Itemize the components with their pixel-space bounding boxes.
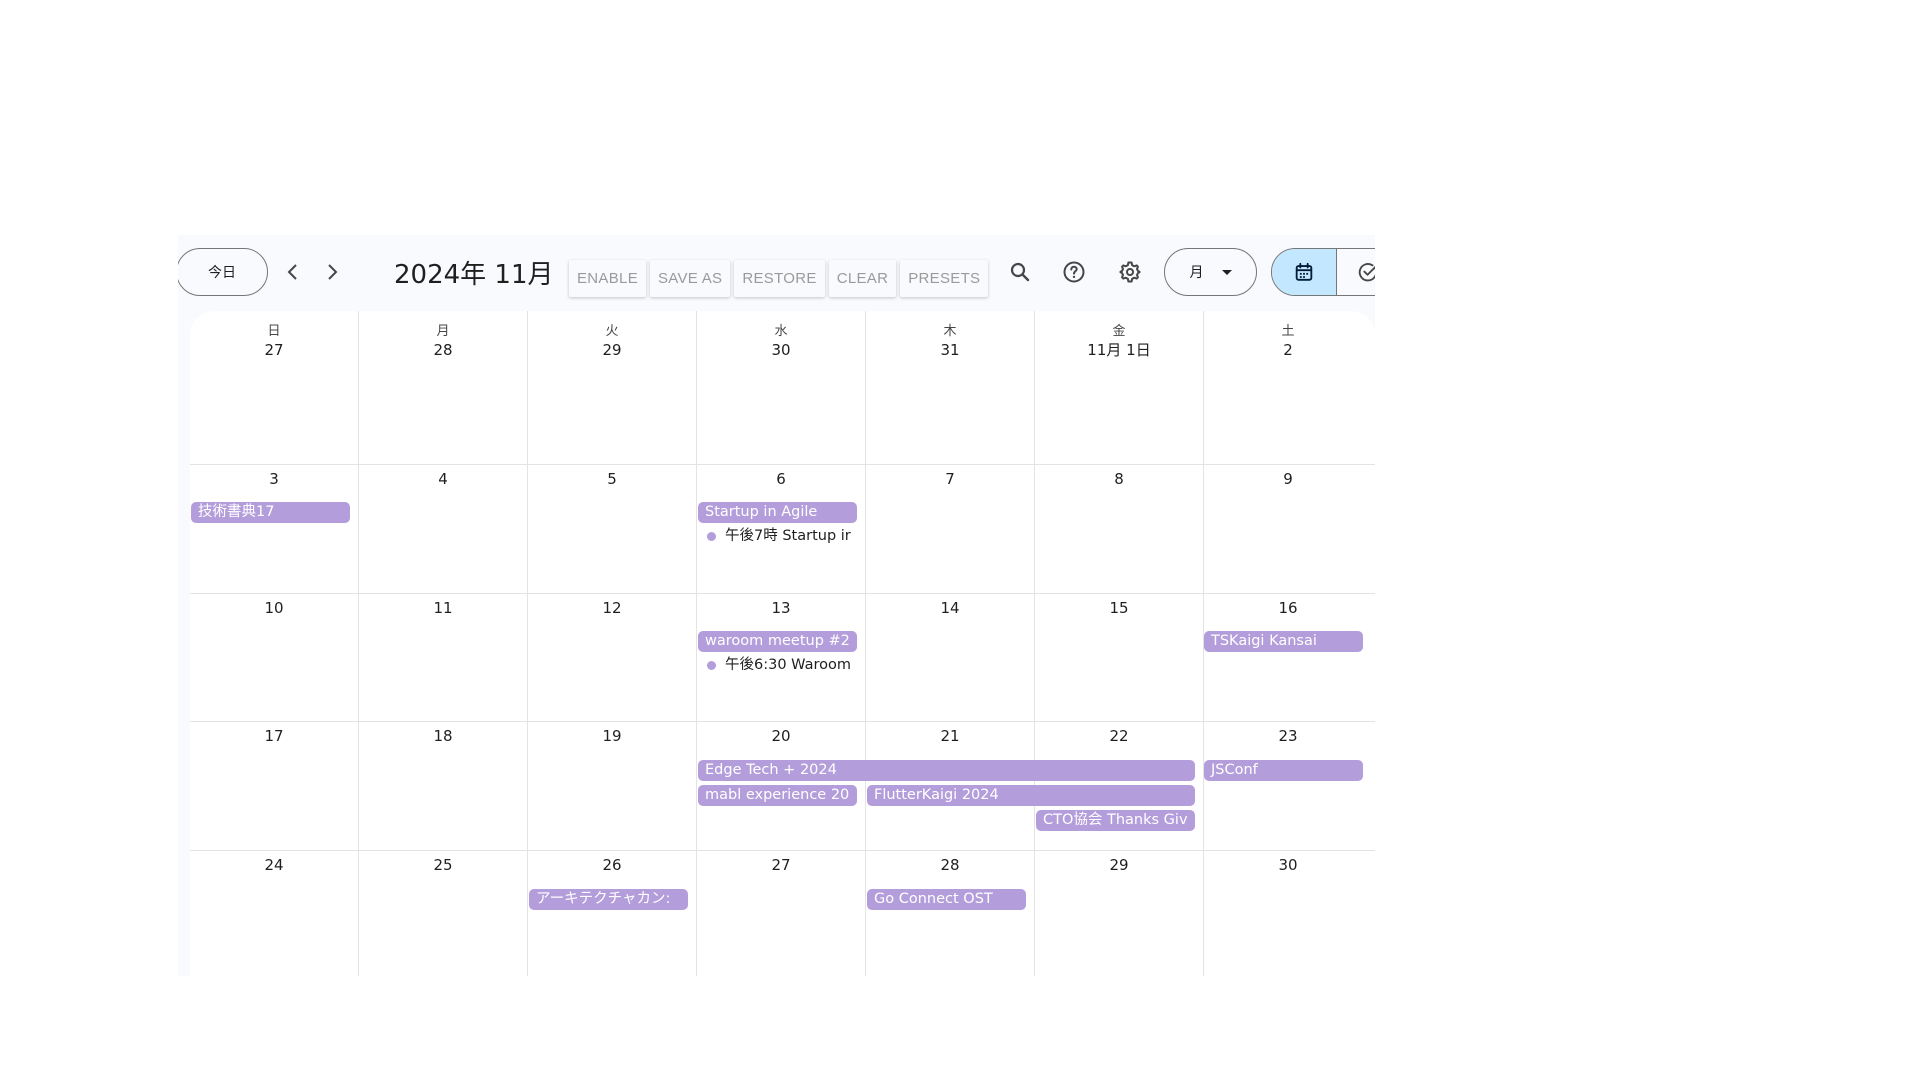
weekday-sun: 日 xyxy=(267,324,281,339)
day-number[interactable]: 13 xyxy=(697,598,865,618)
day-number[interactable]: 30 xyxy=(1204,855,1372,875)
month-grid: 日 月 火 水 木 金 土 27 28 29 30 31 11月 1日 2 3 … xyxy=(190,311,1375,976)
weekday-wed: 水 xyxy=(774,324,788,339)
event-chip[interactable]: Edge Tech + 2024 xyxy=(698,760,1195,781)
event-time: 午後6:30 xyxy=(725,657,787,673)
day-number[interactable]: 6 xyxy=(697,469,865,489)
next-month-button[interactable] xyxy=(312,252,352,292)
chevron-right-icon xyxy=(328,264,338,280)
event-chip[interactable]: FlutterKaigi 2024 xyxy=(867,785,1195,806)
weekday-fri: 金 xyxy=(1112,324,1126,339)
day-number[interactable]: 5 xyxy=(528,469,696,489)
settings-button[interactable] xyxy=(1110,252,1150,292)
month-title: 2024年 11月 xyxy=(394,260,554,290)
day-number[interactable]: 14 xyxy=(866,598,1034,618)
column-divider xyxy=(696,311,697,976)
search-button[interactable] xyxy=(1000,252,1040,292)
event-chip[interactable]: mabl experience 20 xyxy=(698,785,857,806)
weekday-sat: 土 xyxy=(1281,324,1295,339)
day-number[interactable]: 11月 1日 xyxy=(1035,340,1203,360)
event-time: 午後7時 xyxy=(725,528,778,544)
clear-button[interactable]: CLEAR xyxy=(828,260,897,297)
column-divider xyxy=(865,311,866,976)
column-divider xyxy=(358,311,359,976)
view-select-label: 月 xyxy=(1189,265,1204,281)
day-number[interactable]: 4 xyxy=(359,469,527,489)
timed-event[interactable]: 午後6:30 Waroom xyxy=(707,655,857,675)
day-number[interactable]: 16 xyxy=(1204,598,1372,618)
tasks-view-button[interactable] xyxy=(1335,249,1375,295)
day-number[interactable]: 10 xyxy=(190,598,358,618)
column-divider xyxy=(527,311,528,976)
event-chip[interactable]: 技術書典17 xyxy=(191,502,350,523)
day-number[interactable]: 28 xyxy=(359,340,527,360)
day-number[interactable]: 26 xyxy=(528,855,696,875)
day-number[interactable]: 19 xyxy=(528,726,696,746)
row-divider xyxy=(190,850,1375,851)
day-number[interactable]: 2 xyxy=(1204,340,1372,360)
row-divider xyxy=(190,721,1375,722)
day-number[interactable]: 8 xyxy=(1035,469,1203,489)
event-chip[interactable]: CTO協会 Thanks Giv xyxy=(1036,810,1195,831)
event-chip[interactable]: waroom meetup #2 xyxy=(698,631,857,652)
help-icon xyxy=(1063,261,1085,283)
help-button[interactable] xyxy=(1054,252,1094,292)
day-number[interactable]: 27 xyxy=(190,340,358,360)
day-number[interactable]: 15 xyxy=(1035,598,1203,618)
calendar-app: 今日 2024年 11月 ENABLE SAVE AS RESTORE CLEA… xyxy=(178,235,1375,976)
prev-month-button[interactable] xyxy=(273,252,313,292)
day-number[interactable]: 3 xyxy=(190,469,358,489)
event-chip[interactable]: Go Connect OST xyxy=(867,889,1026,910)
restore-button[interactable]: RESTORE xyxy=(734,260,825,297)
event-dot-icon xyxy=(707,531,716,541)
calendar-icon xyxy=(1295,262,1312,281)
day-number[interactable]: 20 xyxy=(697,726,865,746)
event-chip[interactable]: JSConf xyxy=(1204,760,1363,781)
day-number[interactable]: 29 xyxy=(1035,855,1203,875)
save-as-button[interactable]: SAVE AS xyxy=(650,260,731,297)
search-icon xyxy=(1010,262,1030,282)
dropdown-caret-icon xyxy=(1221,269,1232,275)
event-title: Startup ir xyxy=(782,528,851,544)
day-number[interactable]: 22 xyxy=(1035,726,1203,746)
view-select[interactable]: 月 xyxy=(1164,248,1257,296)
day-number[interactable]: 17 xyxy=(190,726,358,746)
extension-toolbar: ENABLE SAVE AS RESTORE CLEAR PRESETS xyxy=(569,260,989,297)
row-divider xyxy=(190,593,1375,594)
day-number[interactable]: 30 xyxy=(697,340,865,360)
day-number[interactable]: 28 xyxy=(866,855,1034,875)
event-chip[interactable]: TSKaigi Kansai xyxy=(1204,631,1363,652)
day-number[interactable]: 29 xyxy=(528,340,696,360)
check-circle-icon xyxy=(1359,263,1375,282)
gear-icon xyxy=(1119,261,1141,283)
view-toggle xyxy=(1271,248,1375,296)
chevron-left-icon xyxy=(287,264,297,280)
day-number[interactable]: 25 xyxy=(359,855,527,875)
day-number[interactable]: 9 xyxy=(1204,469,1372,489)
timed-event[interactable]: 午後7時 Startup ir xyxy=(707,526,857,546)
day-number[interactable]: 12 xyxy=(528,598,696,618)
calendar-view-button[interactable] xyxy=(1272,249,1336,295)
day-number[interactable]: 27 xyxy=(697,855,865,875)
row-divider xyxy=(190,464,1375,465)
today-button[interactable]: 今日 xyxy=(178,248,268,296)
column-divider xyxy=(1034,311,1035,976)
event-chip[interactable]: Startup in Agile xyxy=(698,502,857,523)
presets-button[interactable]: PRESETS xyxy=(900,260,989,297)
day-number[interactable]: 7 xyxy=(866,469,1034,489)
enable-button[interactable]: ENABLE xyxy=(569,260,646,297)
day-number[interactable]: 18 xyxy=(359,726,527,746)
weekday-thu: 木 xyxy=(943,324,957,339)
event-title: Waroom xyxy=(791,657,851,673)
event-chip[interactable]: アーキテクチャカン: xyxy=(529,889,688,910)
day-number[interactable]: 31 xyxy=(866,340,1034,360)
day-number[interactable]: 24 xyxy=(190,855,358,875)
weekday-mon: 月 xyxy=(436,324,450,339)
weekday-tue: 火 xyxy=(605,324,619,339)
day-number[interactable]: 11 xyxy=(359,598,527,618)
day-number[interactable]: 21 xyxy=(866,726,1034,746)
day-number[interactable]: 23 xyxy=(1204,726,1372,746)
event-dot-icon xyxy=(707,660,716,670)
